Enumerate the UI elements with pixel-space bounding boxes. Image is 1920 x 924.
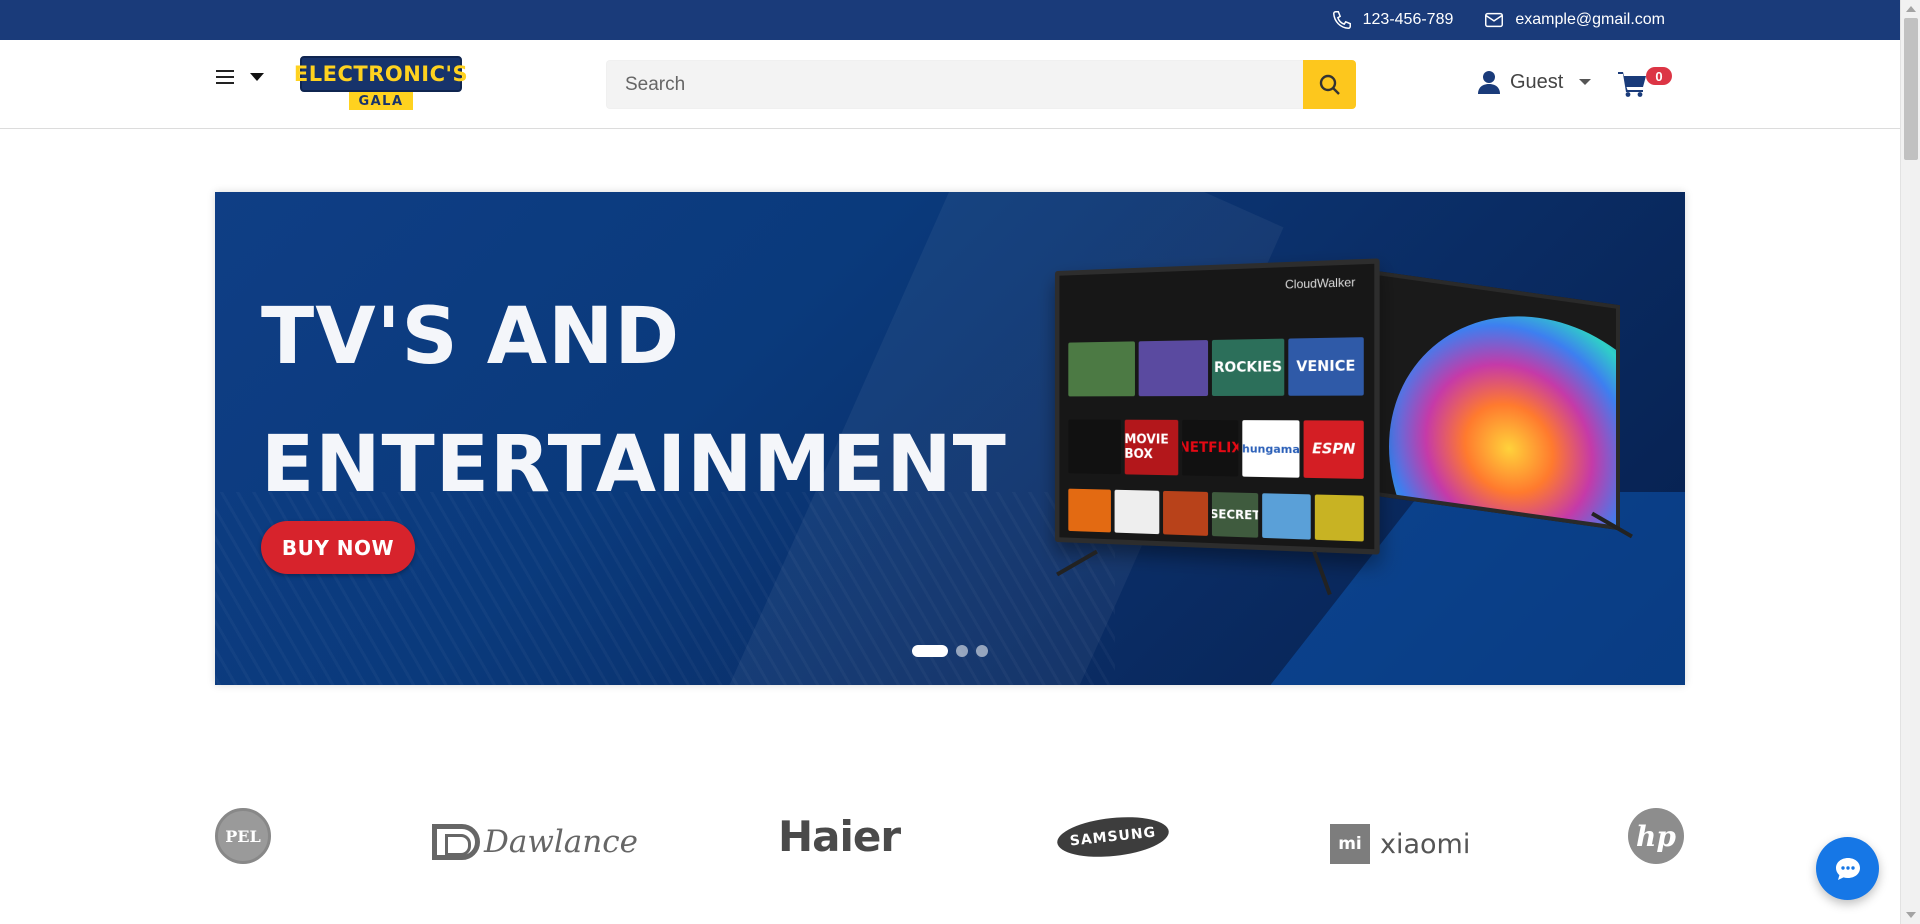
hamburger-icon [216, 70, 234, 84]
cart-count-badge: 0 [1646, 67, 1672, 85]
tv-stand [1312, 550, 1332, 596]
page-scrollbar[interactable] [1900, 0, 1920, 924]
brand-logos: PEL Dawlance Haier SAMSUNG mi xiaomi hp [215, 808, 1685, 868]
phone-icon [1332, 11, 1351, 29]
account-label: Guest [1510, 70, 1564, 93]
dawlance-mark-icon [432, 824, 480, 860]
carousel-indicators [215, 645, 1685, 657]
brand-haier-text: Haier [778, 811, 901, 861]
logo-wordmark: ELECTRONIC'S [294, 56, 468, 92]
brand-xiaomi-logo[interactable]: mi xiaomi [1330, 816, 1470, 872]
email-contact[interactable]: example@gmail.com [1483, 9, 1665, 31]
hero-carousel[interactable]: TV'S AND ENTERTAINMENT BUY NOW CloudWalk… [215, 192, 1685, 685]
brand-dawlance-text: Dawlance [484, 824, 638, 860]
tv-tile: MOVIE BOX [1124, 419, 1179, 476]
search-button[interactable] [1303, 60, 1356, 109]
brand-xiaomi-text: xiaomi [1380, 828, 1471, 860]
chat-button[interactable] [1816, 837, 1879, 900]
tv-tile [1314, 494, 1364, 542]
scrollbar-thumb[interactable] [1904, 18, 1918, 160]
tv-tile: hungama [1242, 420, 1300, 478]
tv-tile: ESPN [1303, 420, 1364, 479]
tv-tile [1262, 493, 1311, 540]
brand-pel-logo[interactable]: PEL [215, 808, 271, 864]
search-bar [606, 60, 1356, 109]
phone-number: 123-456-789 [1362, 11, 1454, 28]
logo-subtitle: GALA [349, 92, 413, 110]
xiaomi-mark-icon: mi [1330, 824, 1370, 864]
user-icon [1478, 71, 1500, 94]
tv-image-front: CloudWalker ROCKIES VENICE MOVIE BOX NET… [1054, 258, 1380, 555]
hero-title-line2: ENTERTAINMENT [261, 420, 1007, 510]
tv-tile [1068, 488, 1112, 533]
chat-icon [1835, 857, 1860, 880]
site-header: ELECTRONIC'S GALA Guest 0 [0, 40, 1900, 129]
email-address: example@gmail.com [1515, 11, 1665, 28]
carousel-dot-2[interactable] [956, 645, 968, 657]
tv-tile [1162, 490, 1209, 536]
hero-title-line1: TV'S AND [261, 292, 681, 382]
chevron-down-icon [1579, 79, 1592, 85]
carousel-dot-1[interactable] [912, 645, 948, 657]
scroll-down-arrow-icon[interactable] [1906, 912, 1916, 918]
search-input[interactable] [606, 60, 1303, 109]
tv-tile [1068, 341, 1135, 397]
tv-tile [1138, 340, 1209, 397]
chevron-down-icon [250, 73, 264, 81]
cart-icon [1618, 72, 1646, 97]
brand-samsung-text: SAMSUNG [1069, 824, 1157, 850]
tv-tile: SECRET [1211, 492, 1259, 538]
search-icon [1319, 74, 1340, 95]
envelope-icon [1485, 12, 1504, 28]
tv-image-back [1375, 270, 1620, 531]
brand-hp-logo[interactable]: hp [1628, 808, 1684, 864]
tv-brand-label: CloudWalker [1285, 274, 1356, 292]
brand-dawlance-logo[interactable]: Dawlance [432, 814, 638, 870]
site-logo[interactable]: ELECTRONIC'S GALA [294, 56, 468, 112]
category-menu-toggle[interactable] [216, 70, 264, 84]
tv-tile: ROCKIES [1211, 338, 1285, 396]
phone-contact[interactable]: 123-456-789 [1331, 9, 1454, 31]
account-dropdown[interactable]: Guest [1478, 70, 1592, 94]
cart-button[interactable]: 0 [1618, 67, 1672, 103]
carousel-dot-3[interactable] [976, 645, 988, 657]
tv-tile: NETFLIX [1182, 419, 1239, 477]
tv-tile-row: MOVIE BOX NETFLIX hungama ESPN [1068, 419, 1364, 479]
buy-now-button[interactable]: BUY NOW [261, 521, 415, 574]
brand-hp-text: hp [1636, 819, 1676, 853]
page: 123-456-789 example@gmail.com ELECTRONIC… [0, 0, 1900, 924]
top-bar: 123-456-789 example@gmail.com [0, 0, 1900, 40]
brand-samsung-logo[interactable]: SAMSUNG [1055, 812, 1171, 862]
tv-tile [1068, 419, 1121, 475]
tv-tile [1114, 489, 1159, 535]
tv-tile: VENICE [1288, 337, 1364, 396]
brand-haier-logo[interactable]: Haier [778, 808, 901, 864]
brand-pel-text: PEL [225, 826, 261, 846]
tv-tile-row: SECRET [1068, 488, 1364, 542]
scroll-up-arrow-icon[interactable] [1906, 6, 1916, 12]
globe-screen [1389, 296, 1620, 531]
tv-tile-row: ROCKIES VENICE [1068, 337, 1364, 397]
